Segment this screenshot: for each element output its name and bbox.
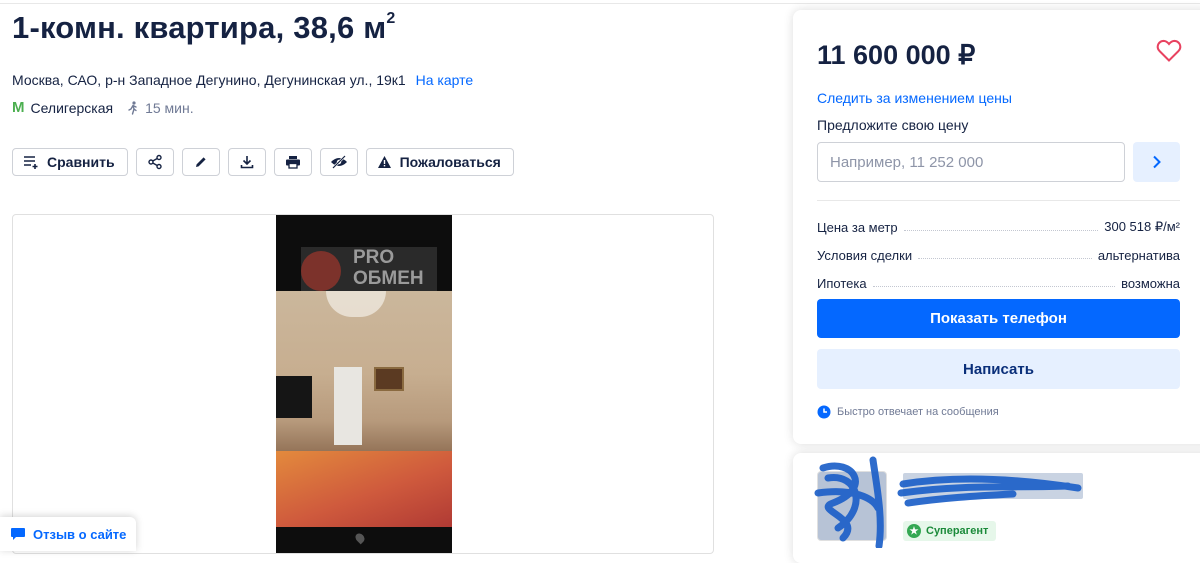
watermark-line-2: ОБМЕН xyxy=(353,268,424,289)
param-row: Условия сделки альтернатива xyxy=(817,235,1180,263)
watermark-line-1: PRO xyxy=(353,247,395,268)
photo-gallery[interactable]: PRO ОБМЕН xyxy=(12,214,714,554)
metro-walk: 15 мин. xyxy=(127,100,194,116)
watermark-mark xyxy=(301,251,341,291)
superagent-badge: ★ Суперагент xyxy=(903,521,997,541)
show-phone-button[interactable]: Показать телефон xyxy=(817,299,1180,338)
agent-avatar[interactable] xyxy=(817,471,887,541)
listing-title-sup: 2 xyxy=(386,9,396,27)
report-label: Пожаловаться xyxy=(399,154,501,170)
pencil-icon xyxy=(195,157,206,167)
price-card: 11 600 000 ₽ Следить за изменением цены … xyxy=(793,10,1200,444)
price: 11 600 000 ₽ xyxy=(817,40,976,70)
hide-button[interactable] xyxy=(319,148,358,176)
param-value: альтернатива xyxy=(1097,248,1180,263)
watermark-text: PRO ОБМЕН xyxy=(353,247,424,289)
share-button[interactable] xyxy=(135,148,174,176)
walking-person-icon xyxy=(128,100,137,115)
eye-off-icon xyxy=(330,155,347,169)
fast-reply-text: Быстро отвечает на сообщения xyxy=(837,406,999,418)
star-icon: ★ xyxy=(907,524,921,538)
room-image xyxy=(276,291,452,527)
fridge xyxy=(334,367,362,445)
compare-list-icon xyxy=(24,156,38,169)
compare-label: Сравнить xyxy=(47,154,115,170)
printer-icon xyxy=(285,156,300,169)
metro-icon: М xyxy=(12,99,25,116)
superagent-label: Суперагент xyxy=(926,525,989,537)
param-value: возможна xyxy=(1121,276,1180,291)
address-text: Москва, САО, р-н Западное Дегунино, Дегу… xyxy=(12,72,406,88)
address: Москва, САО, р-н Западное Дегунино, Дегу… xyxy=(12,72,473,88)
write-message-button[interactable]: Написать xyxy=(817,349,1180,389)
report-button[interactable]: Пожаловаться xyxy=(365,148,514,176)
metro-info: М Селигерская 15 мин. xyxy=(12,99,194,116)
fast-reply-note: Быстро отвечает на сообщения xyxy=(817,405,999,419)
offer-price-input[interactable] xyxy=(817,142,1125,182)
param-row: Ипотека возможна xyxy=(817,263,1180,291)
params-list: Цена за метр 300 518 ₽/м² Условия сделки… xyxy=(817,207,1180,291)
edit-button[interactable] xyxy=(181,148,220,176)
watch-price-link[interactable]: Следить за изменением цены xyxy=(817,90,1012,106)
location-pin-icon xyxy=(353,531,367,545)
listing-title-text: 1-комн. квартира, 38,6 м xyxy=(12,10,387,45)
top-divider xyxy=(0,3,1200,4)
toolbar: Сравнить Пожаловаться xyxy=(12,148,514,176)
map-link[interactable]: На карте xyxy=(416,72,474,88)
chevron-right-icon xyxy=(1152,155,1161,169)
metro-time: 15 мин. xyxy=(145,99,194,116)
param-dots xyxy=(918,258,1092,259)
tv xyxy=(276,376,312,418)
share-icon xyxy=(147,154,162,170)
offer-label: Предложите свою цену xyxy=(817,117,969,133)
param-row: Цена за метр 300 518 ₽/м² xyxy=(817,207,1180,235)
param-label: Условия сделки xyxy=(817,248,913,263)
wall-picture xyxy=(374,367,404,391)
feedback-label: Отзыв о сайте xyxy=(33,526,127,542)
chandelier xyxy=(326,291,386,317)
table xyxy=(276,451,452,527)
clock-icon xyxy=(817,405,831,419)
heart-icon xyxy=(1156,39,1182,62)
favorite-button[interactable] xyxy=(1156,39,1182,68)
feedback-button[interactable]: Отзыв о сайте xyxy=(0,517,136,551)
warning-triangle-icon xyxy=(377,156,391,168)
compare-button[interactable]: Сравнить xyxy=(12,148,128,176)
print-button[interactable] xyxy=(273,148,312,176)
param-label: Цена за метр xyxy=(817,220,898,235)
listing-photo[interactable]: PRO ОБМЕН xyxy=(276,215,452,553)
photo-watermark-logo: PRO ОБМЕН xyxy=(301,247,437,293)
offer-submit-button[interactable] xyxy=(1133,142,1180,182)
param-dots xyxy=(903,230,1099,231)
param-value: 300 518 ₽/м² xyxy=(1104,219,1180,234)
chat-bubble-icon xyxy=(11,528,25,540)
metro-station[interactable]: Селигерская xyxy=(31,100,114,116)
listing-title: 1-комн. квартира, 38,6 м2 xyxy=(12,10,395,46)
param-label: Ипотека xyxy=(817,276,867,291)
download-button[interactable] xyxy=(227,148,266,176)
card-divider xyxy=(817,200,1180,201)
param-dots xyxy=(872,286,1116,287)
download-icon xyxy=(240,156,253,169)
agent-name-redacted xyxy=(903,473,1083,499)
